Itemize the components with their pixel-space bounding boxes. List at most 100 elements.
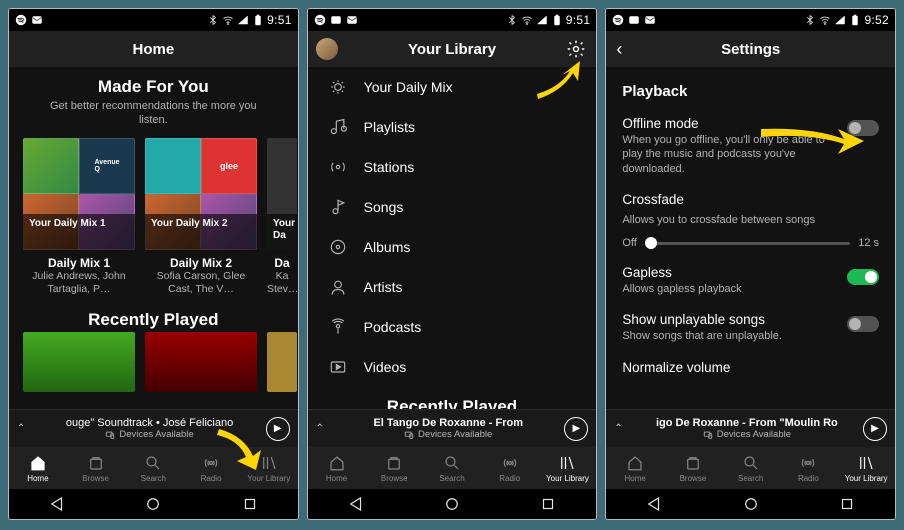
- tab-home[interactable]: Home: [606, 447, 664, 489]
- setting-crossfade[interactable]: Crossfade Allows you to crossfade betwee…: [622, 186, 879, 237]
- tab-radio[interactable]: Radio: [182, 447, 240, 489]
- np-devices[interactable]: Devices Available: [418, 429, 492, 440]
- tab-library[interactable]: Your Library: [240, 447, 298, 489]
- card-subtitle: Ka Stev…: [267, 270, 297, 296]
- rp-card[interactable]: [267, 332, 297, 398]
- android-recent[interactable]: [838, 495, 856, 513]
- rp-card[interactable]: [23, 332, 135, 398]
- android-back[interactable]: [347, 495, 365, 513]
- tab-bar: Home Browse Search Radio Your Library: [606, 447, 895, 489]
- card-title: Daily Mix 1: [23, 256, 135, 270]
- lib-row-playlists[interactable]: Playlists: [308, 107, 597, 147]
- gapless-toggle[interactable]: [847, 269, 879, 285]
- setting-offline-mode[interactable]: Offline mode When you go offline, you'll…: [622, 110, 879, 186]
- devices-icon: [105, 430, 115, 440]
- app-header: Your Library: [308, 31, 597, 67]
- settings-content[interactable]: Playback Offline mode When you go offlin…: [606, 67, 895, 409]
- slider-min-label: Off: [622, 237, 636, 249]
- playlist-icon: [328, 117, 348, 137]
- image-icon: [330, 14, 342, 26]
- phone-screen-home: 9:51 Home Made For You Get better recomm…: [8, 8, 299, 520]
- lib-row-daily-mix[interactable]: Your Daily Mix: [308, 67, 597, 107]
- app-header: Home: [9, 31, 298, 67]
- setting-unplayable[interactable]: Show unplayable songs Show songs that ar…: [622, 306, 879, 353]
- tab-radio[interactable]: Radio: [481, 447, 539, 489]
- android-back[interactable]: [645, 495, 663, 513]
- tab-library[interactable]: Your Library: [539, 447, 597, 489]
- wifi-icon: [222, 14, 234, 26]
- now-playing-bar[interactable]: ⌃ El Tango De Roxanne - From Devices Ava…: [308, 409, 597, 447]
- lib-row-stations[interactable]: Stations: [308, 147, 597, 187]
- android-home[interactable]: [144, 495, 162, 513]
- play-button[interactable]: ▶: [266, 417, 290, 441]
- albums-icon: [328, 237, 348, 257]
- spotify-icon: [15, 14, 27, 26]
- unplayable-toggle[interactable]: [847, 316, 879, 332]
- image-icon: [628, 14, 640, 26]
- stations-icon: [328, 157, 348, 177]
- android-home[interactable]: [742, 495, 760, 513]
- tab-search[interactable]: Search: [722, 447, 780, 489]
- android-home[interactable]: [443, 495, 461, 513]
- gear-icon[interactable]: [566, 39, 586, 59]
- section-playback: Playback: [622, 67, 879, 110]
- setting-normalize[interactable]: Normalize volume: [622, 354, 879, 387]
- lib-row-artists[interactable]: Artists: [308, 267, 597, 307]
- back-button[interactable]: ‹: [616, 39, 622, 60]
- section-title-recently-played: Recently Played: [9, 296, 298, 332]
- offline-toggle[interactable]: [847, 120, 879, 136]
- avatar[interactable]: [316, 38, 338, 60]
- android-recent[interactable]: [241, 495, 259, 513]
- now-playing-bar[interactable]: ⌃ igo De Roxanne - From "Moulin Ro Devic…: [606, 409, 895, 447]
- chevron-up-icon: ⌃: [17, 423, 23, 434]
- daily-mix-card[interactable]: Your Da Da Ka Stev…: [267, 138, 297, 296]
- status-time: 9:51: [267, 13, 292, 27]
- np-devices[interactable]: Devices Available: [717, 429, 791, 440]
- lib-row-videos[interactable]: Videos: [308, 347, 597, 387]
- chevron-up-icon: ⌃: [316, 423, 322, 434]
- bluetooth-icon: [207, 14, 219, 26]
- tab-browse[interactable]: Browse: [664, 447, 722, 489]
- now-playing-bar[interactable]: ⌃ ouge" Soundtrack • José Feliciano Devi…: [9, 409, 298, 447]
- np-devices[interactable]: Devices Available: [119, 429, 193, 440]
- home-content[interactable]: Made For You Get better recommendations …: [9, 67, 298, 409]
- tab-browse[interactable]: Browse: [67, 447, 125, 489]
- android-recent[interactable]: [539, 495, 557, 513]
- lib-row-albums[interactable]: Albums: [308, 227, 597, 267]
- recently-played-carousel[interactable]: [9, 332, 298, 398]
- daily-mix-carousel[interactable]: AvenueQYour Daily Mix 1 Daily Mix 1 Juli…: [9, 138, 298, 296]
- battery-icon: [551, 14, 563, 26]
- wifi-icon: [819, 14, 831, 26]
- daily-mix-card[interactable]: gleeYour Daily Mix 2 Daily Mix 2 Sofia C…: [145, 138, 257, 296]
- crossfade-slider[interactable]: [645, 242, 850, 245]
- signal-icon: [536, 14, 548, 26]
- page-title: Your Library: [408, 41, 496, 58]
- phone-screen-library: 9:51 Your Library Your Daily Mix Playlis…: [307, 8, 598, 520]
- library-content[interactable]: Your Daily Mix Playlists Stations Songs …: [308, 67, 597, 409]
- spotify-icon: [314, 14, 326, 26]
- lib-row-songs[interactable]: Songs: [308, 187, 597, 227]
- tab-library[interactable]: Your Library: [837, 447, 895, 489]
- play-button[interactable]: ▶: [564, 417, 588, 441]
- card-subtitle: Julie Andrews, John Tartaglia, P…: [23, 270, 135, 296]
- rp-card[interactable]: [145, 332, 257, 398]
- bluetooth-icon: [804, 14, 816, 26]
- tab-home[interactable]: Home: [9, 447, 67, 489]
- android-back[interactable]: [48, 495, 66, 513]
- section-subtitle: Get better recommendations the more you …: [9, 99, 298, 138]
- tab-browse[interactable]: Browse: [365, 447, 423, 489]
- np-track-title: El Tango De Roxanne - From: [373, 417, 523, 429]
- outlook-icon: [644, 14, 656, 26]
- tab-search[interactable]: Search: [124, 447, 182, 489]
- tab-home[interactable]: Home: [308, 447, 366, 489]
- tab-search[interactable]: Search: [423, 447, 481, 489]
- daily-mix-card[interactable]: AvenueQYour Daily Mix 1 Daily Mix 1 Juli…: [23, 138, 135, 296]
- tab-radio[interactable]: Radio: [780, 447, 838, 489]
- signal-icon: [237, 14, 249, 26]
- lib-row-podcasts[interactable]: Podcasts: [308, 307, 597, 347]
- play-button[interactable]: ▶: [863, 417, 887, 441]
- android-nav-bar: [308, 489, 597, 519]
- page-title: Home: [132, 41, 174, 58]
- setting-gapless[interactable]: Gapless Allows gapless playback: [622, 259, 879, 306]
- status-time: 9:51: [566, 13, 591, 27]
